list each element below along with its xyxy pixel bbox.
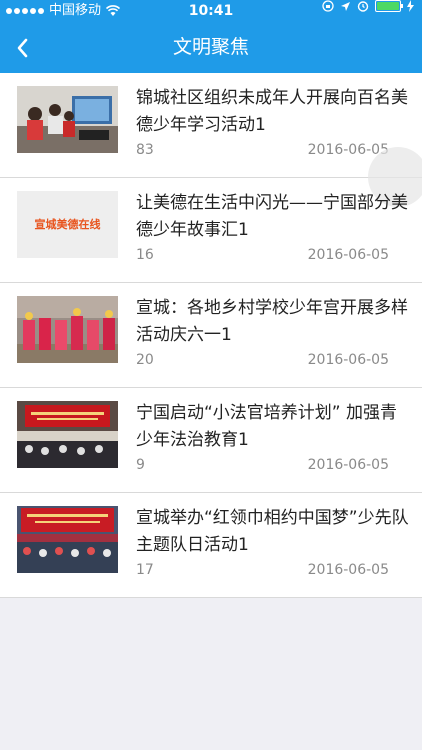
list-item[interactable]: 宁国启动“小法官培养计划” 加强青少年法治教育1 9 2016-06-05 <box>0 388 422 493</box>
nav-bar: 文明聚焦 <box>0 22 422 73</box>
article-date: 2016-06-05 <box>307 562 389 578</box>
view-count: 9 <box>136 457 145 473</box>
thumbnail-caption: 宣城美德在线 <box>34 218 101 231</box>
back-button[interactable] <box>10 34 40 62</box>
article-title: 宣城：各地乡村学校少年宫开展多样活动庆六一1 <box>136 298 408 345</box>
article-title: 宣城举办“红领巾相约中国梦”少先队主题队日活动1 <box>136 508 409 555</box>
article-date: 2016-06-05 <box>307 247 389 263</box>
list-item[interactable]: 宣城美德在线 让美德在生活中闪光——宁国部分美德少年故事汇1 16 2016-0… <box>0 178 422 283</box>
article-date: 2016-06-05 <box>307 352 389 368</box>
view-count: 83 <box>136 142 154 158</box>
view-count: 20 <box>136 352 154 368</box>
article-date: 2016-06-05 <box>307 457 389 473</box>
article-thumbnail <box>17 506 118 573</box>
article-thumbnail <box>17 296 118 363</box>
article-list: 锦城社区组织未成年人开展向百名美德少年学习活动1 83 2016-06-05 宣… <box>0 73 422 598</box>
location-icon <box>341 1 350 11</box>
orientation-lock-icon <box>322 0 334 12</box>
list-item[interactable]: 锦城社区组织未成年人开展向百名美德少年学习活动1 83 2016-06-05 <box>0 73 422 207</box>
charging-icon <box>407 0 414 12</box>
alarm-icon <box>357 1 369 12</box>
list-item[interactable]: 宣城：各地乡村学校少年宫开展多样活动庆六一1 20 2016-06-05 <box>0 283 422 388</box>
page-title: 文明聚焦 <box>172 36 249 58</box>
view-count: 17 <box>136 562 154 578</box>
article-title: 宁国启动“小法官培养计划” 加强青少年法治教育1 <box>136 403 398 450</box>
article-thumbnail <box>17 86 118 153</box>
view-count: 16 <box>136 247 154 263</box>
list-item[interactable]: 宣城举办“红领巾相约中国梦”少先队主题队日活动1 17 2016-06-05 <box>0 493 422 598</box>
status-bar: 中国移动 10:41 <box>0 0 422 22</box>
chevron-left-icon <box>17 38 28 58</box>
article-title: 让美德在生活中闪光——宁国部分美德少年故事汇1 <box>136 193 408 240</box>
app-header: 中国移动 10:41 文明聚焦 <box>0 0 422 73</box>
article-thumbnail <box>17 401 118 468</box>
article-title: 锦城社区组织未成年人开展向百名美德少年学习活动1 <box>136 88 408 135</box>
battery-icon <box>375 0 403 12</box>
article-thumbnail: 宣城美德在线 <box>17 191 118 258</box>
